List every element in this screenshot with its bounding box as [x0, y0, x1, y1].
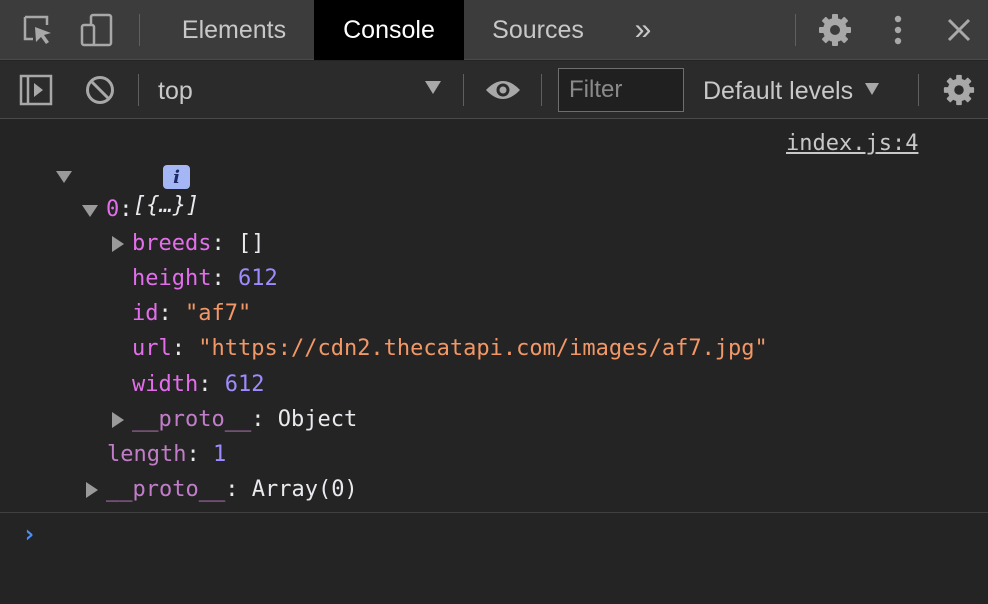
- array-index-row[interactable]: 0:: [106, 195, 133, 225]
- toolbar-divider: [918, 74, 919, 106]
- expand-arrow-icon[interactable]: [112, 236, 124, 252]
- tab-sources[interactable]: Sources: [470, 0, 606, 60]
- settings-gear-icon[interactable]: [817, 12, 853, 48]
- more-tabs-icon[interactable]: »: [622, 0, 664, 60]
- console-settings-gear-icon[interactable]: [941, 72, 977, 108]
- source-link[interactable]: index.js:4: [786, 131, 918, 156]
- live-expression-eye-icon[interactable]: [485, 72, 521, 108]
- property-row-proto[interactable]: __proto__: Object: [132, 405, 357, 435]
- clear-console-icon[interactable]: [82, 72, 118, 108]
- expand-arrow-icon[interactable]: [86, 482, 98, 498]
- collapse-arrow-icon[interactable]: [56, 171, 72, 183]
- filter-input[interactable]: [558, 68, 684, 112]
- expand-arrow-icon[interactable]: [112, 412, 124, 428]
- prompt-divider: [0, 512, 988, 513]
- prop-value: 612: [237, 266, 278, 291]
- devtools-tab-bar: Elements Console Sources »: [0, 0, 988, 60]
- prop-value[interactable]: "https://cdn2.thecatapi.com/images/af7.j…: [198, 336, 768, 361]
- tab-bar-divider: [139, 14, 140, 46]
- array-summary-text: [{…}]: [132, 193, 200, 218]
- chevron-down-icon: [865, 83, 880, 95]
- console-toolbar: top Default levels: [0, 61, 988, 119]
- log-levels-dropdown[interactable]: Default levels: [703, 71, 880, 111]
- prop-value: Object: [277, 407, 358, 432]
- tab-elements[interactable]: Elements: [160, 0, 308, 60]
- prop-value: 612: [224, 372, 265, 397]
- chevron-down-icon[interactable]: [425, 81, 441, 94]
- prop-key: url: [132, 336, 172, 361]
- prop-key: __proto__: [106, 477, 226, 502]
- property-row-width: width: 612: [132, 372, 265, 397]
- inspect-element-icon[interactable]: [20, 12, 56, 48]
- prop-key: __proto__: [132, 407, 252, 432]
- property-row-array-proto[interactable]: __proto__: Array(0): [106, 475, 358, 505]
- log-levels-label: Default levels: [703, 76, 854, 105]
- close-icon[interactable]: [941, 12, 977, 48]
- device-toolbar-icon[interactable]: [79, 12, 115, 48]
- toolbar-divider: [463, 74, 464, 106]
- context-selector-label: top: [158, 76, 193, 105]
- prop-value: 1: [212, 442, 227, 467]
- property-row-breeds[interactable]: breeds: []: [132, 229, 264, 259]
- toolbar-divider: [541, 74, 542, 106]
- info-badge-icon[interactable]: i: [163, 165, 190, 189]
- prop-key: id: [132, 301, 159, 326]
- prop-value: Array(0): [251, 477, 358, 502]
- prop-value: []: [237, 231, 265, 256]
- sidebar-toggle-icon[interactable]: [18, 72, 54, 108]
- property-row-height: height: 612: [132, 266, 278, 291]
- context-selector[interactable]: top: [158, 71, 448, 111]
- tab-console[interactable]: Console: [314, 0, 464, 60]
- index-key: 0: [106, 197, 120, 222]
- prop-key: height: [132, 266, 212, 291]
- prop-value: "af7": [185, 301, 252, 326]
- console-output: index.js:4 [{…}] i 0: breeds: [] height:…: [0, 120, 988, 604]
- prop-key: width: [132, 372, 199, 397]
- collapse-arrow-icon[interactable]: [82, 205, 98, 217]
- tab-bar-divider: [795, 14, 796, 46]
- prop-key: breeds: [132, 231, 212, 256]
- property-row-length: length: 1: [107, 442, 227, 467]
- toolbar-divider: [138, 74, 139, 106]
- property-row-id: id: "af7": [132, 301, 252, 326]
- property-row-url: url: "https://cdn2.thecatapi.com/images/…: [132, 336, 768, 361]
- console-prompt-icon[interactable]: ›: [22, 520, 36, 548]
- prop-key: length: [107, 442, 187, 467]
- more-vertical-icon[interactable]: [880, 12, 916, 48]
